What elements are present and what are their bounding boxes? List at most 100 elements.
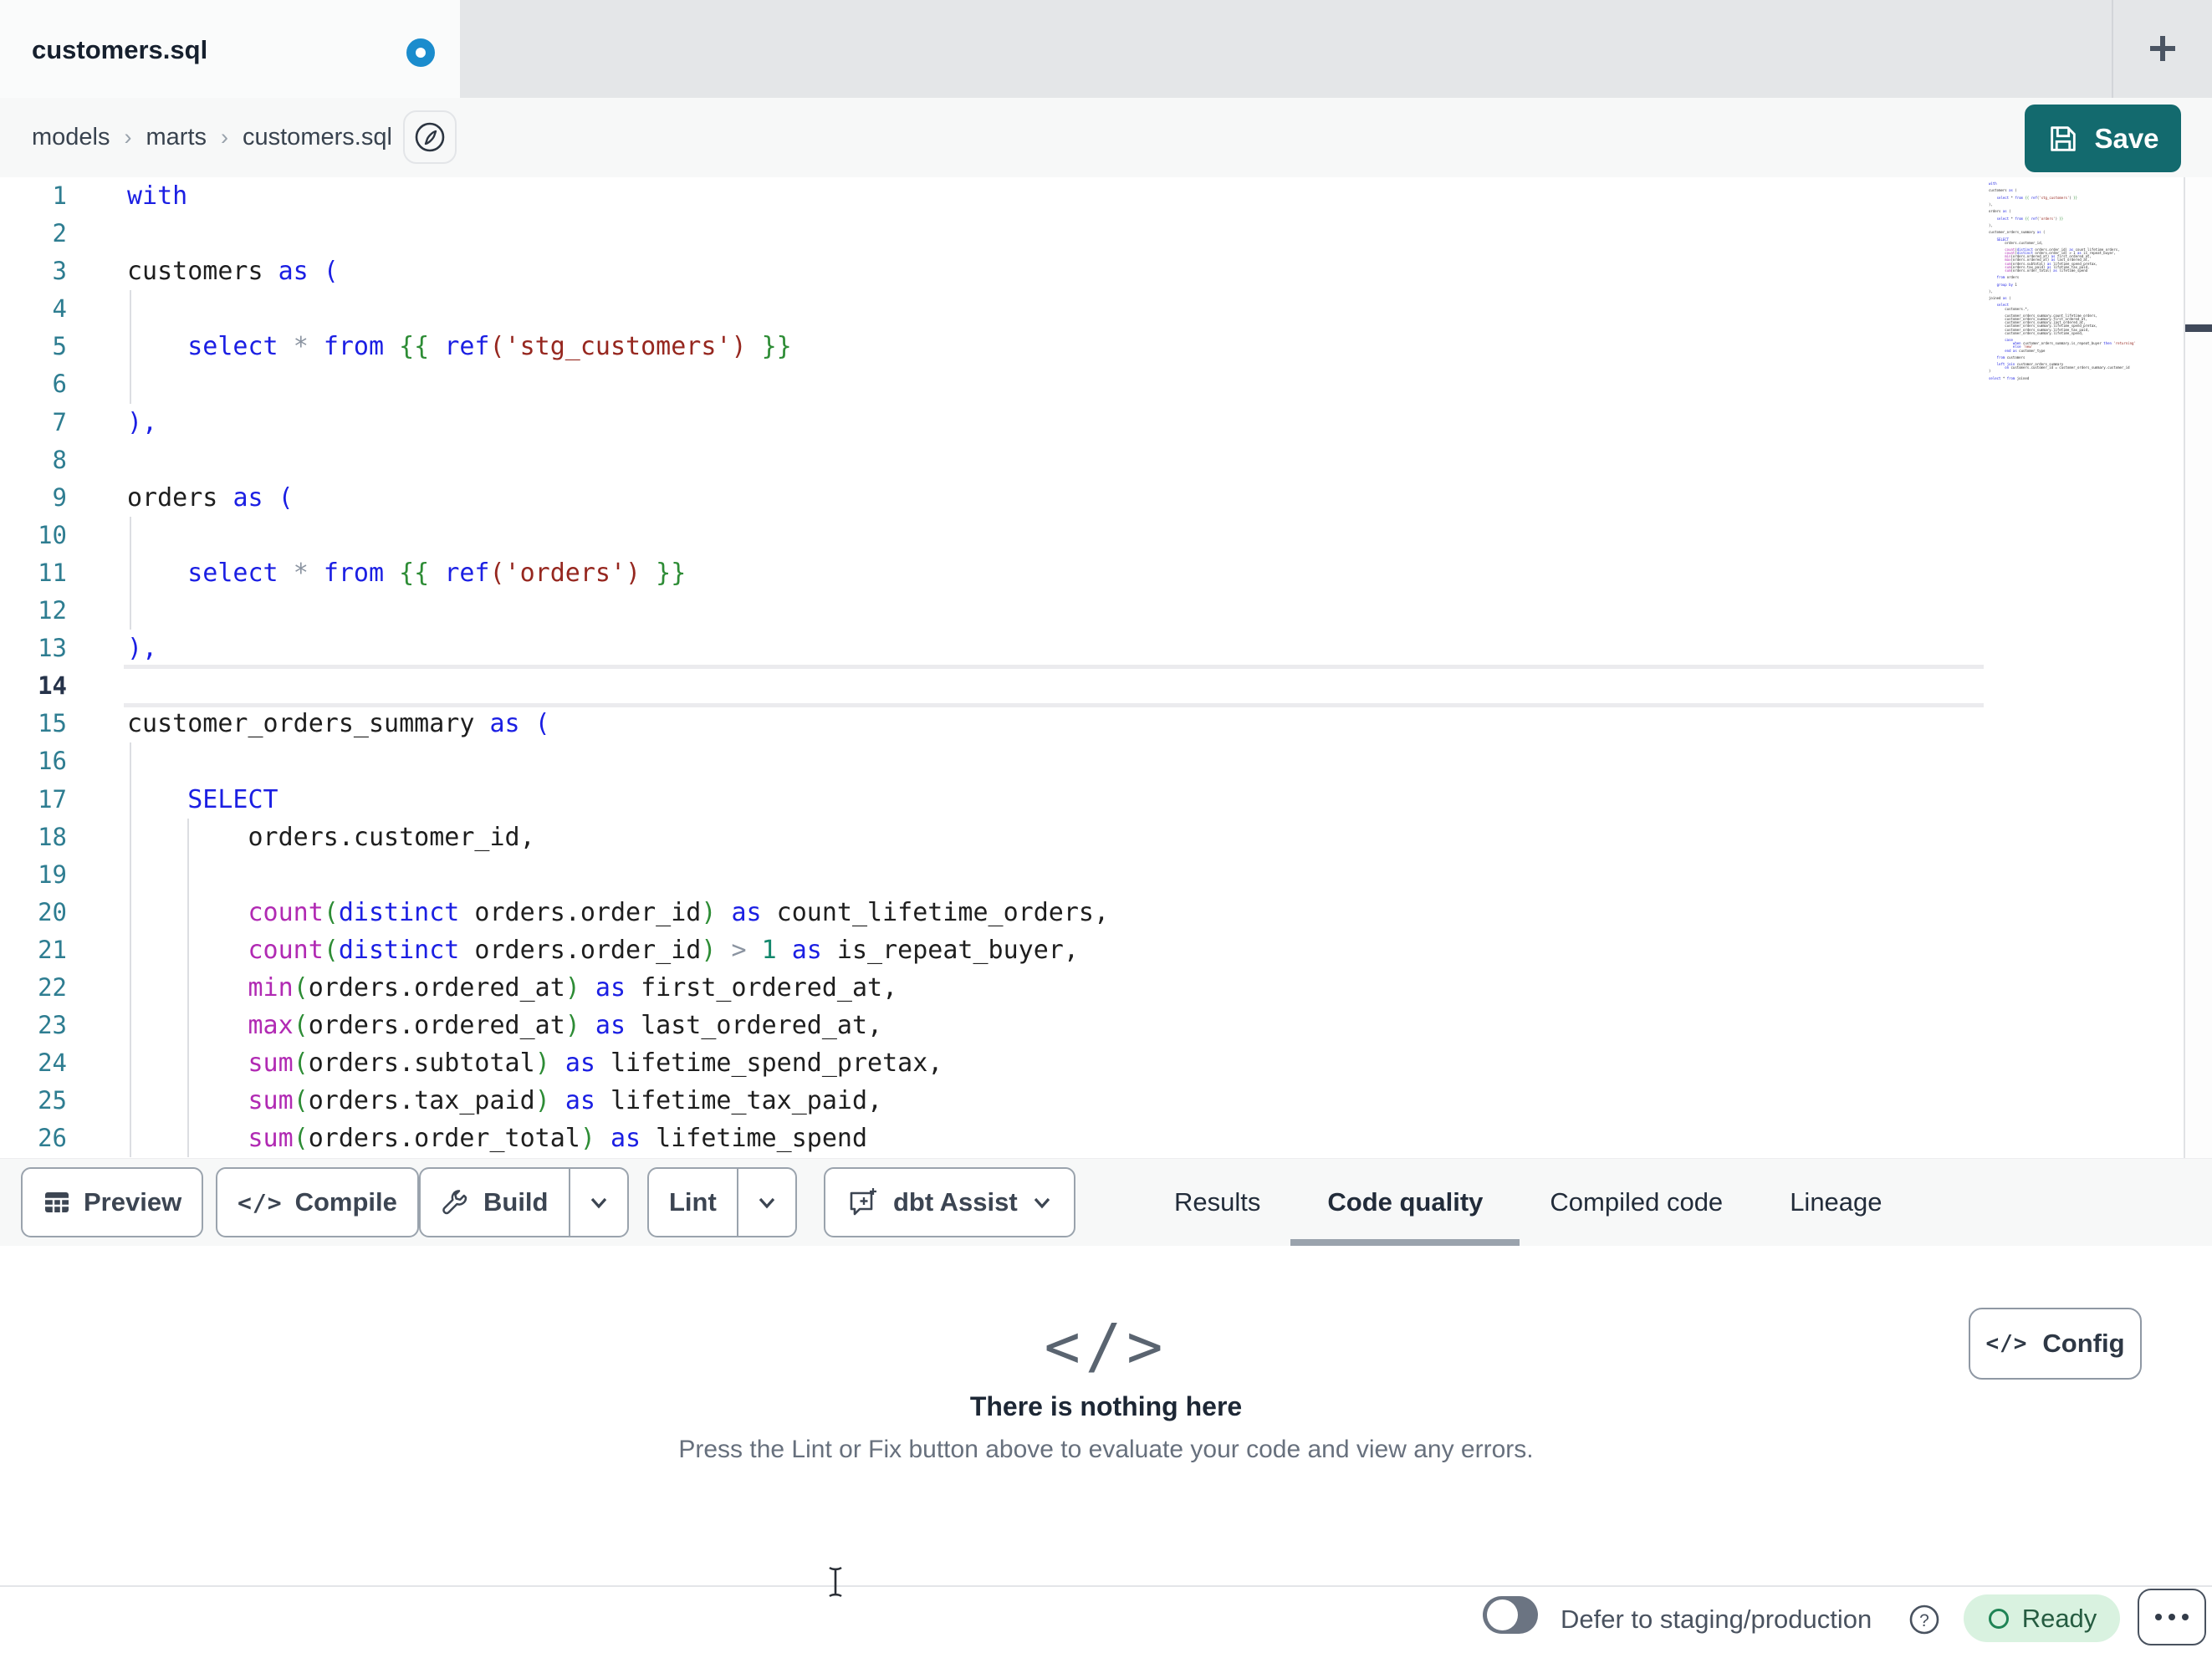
code-text: max(orders.ordered_at) as last_ordered_a… [248, 1011, 883, 1041]
breadcrumb: models › marts › customers.sql [32, 98, 392, 177]
code-text: select * from {{ ref('orders') }} [127, 558, 687, 588]
code-text: sum(orders.tax_paid) as lifetime_tax_pai… [248, 1086, 883, 1116]
code-icon: </> [1985, 1331, 2028, 1356]
ellipsis-icon [2155, 1614, 2162, 1620]
chevron-down-icon [1034, 1197, 1050, 1209]
tab-compiled-code[interactable]: Compiled code [1550, 1159, 1723, 1246]
indent-guide [130, 592, 131, 630]
code-line[interactable]: 2 [0, 215, 2212, 253]
code-line[interactable]: 11 select * from {{ ref('orders') }} [0, 554, 2212, 593]
lint-dropdown[interactable] [738, 1169, 795, 1236]
status-badge-label: Ready [2021, 1603, 2097, 1633]
code-line[interactable]: 16 [0, 742, 2212, 781]
preview-button[interactable]: Preview [21, 1167, 204, 1237]
overview-ruler[interactable] [2184, 177, 2212, 1158]
line-number: 19 [38, 860, 67, 889]
code-line[interactable]: 9 orders as ( [0, 479, 2212, 517]
file-navigate-button[interactable] [403, 110, 457, 164]
line-number: 14 [38, 671, 67, 701]
breadcrumb-item[interactable]: marts [146, 124, 207, 151]
line-number: 23 [38, 1011, 67, 1040]
code-line[interactable]: 7), [0, 404, 2212, 441]
save-button[interactable]: Save [2025, 105, 2181, 172]
code-line[interactable]: 6 [0, 365, 2212, 404]
line-number: 6 [52, 370, 67, 399]
line-number: 4 [52, 294, 67, 324]
code-line[interactable]: 13), [0, 630, 2212, 667]
code-line[interactable]: 15 customer_orders_summary as ( [0, 705, 2212, 742]
compile-button-label: Compile [294, 1187, 397, 1217]
code-line[interactable]: 10 [0, 516, 2212, 554]
code-text: orders as ( [127, 482, 294, 513]
line-number: 13 [38, 634, 67, 663]
line-number: 21 [38, 935, 67, 964]
code-line[interactable]: 25 sum(orders.tax_paid) as lifetime_tax_… [0, 1082, 2212, 1120]
config-button-label: Config [2042, 1329, 2125, 1358]
compass-icon [415, 122, 445, 152]
more-options-button[interactable] [2138, 1589, 2206, 1645]
code-line[interactable]: 14 [0, 665, 2212, 708]
build-dropdown[interactable] [570, 1169, 627, 1236]
code-line[interactable]: 1 with [0, 177, 2212, 215]
code-line[interactable]: 5 select * from {{ ref('stg_customers') … [0, 328, 2212, 366]
help-button[interactable]: ? [1908, 1604, 1940, 1635]
code-editor[interactable]: 1 with 2 3 customers as ( 4 5 select * from {{… [0, 177, 2212, 1158]
line-number: 20 [38, 897, 67, 926]
code-line[interactable]: 8 [0, 441, 2212, 479]
lint-button-label: Lint [669, 1187, 717, 1217]
code-text: SELECT [127, 784, 278, 814]
table-icon [45, 1192, 69, 1212]
chat-sparkle-icon [850, 1188, 876, 1216]
empty-state-title: There is nothing here [969, 1391, 1243, 1421]
question-circle-icon: ? [1909, 1605, 1939, 1635]
lint-button[interactable]: Lint [647, 1167, 797, 1237]
new-tab-button[interactable] [2131, 18, 2194, 79]
build-button[interactable]: Build [419, 1167, 629, 1237]
svg-text:?: ? [1919, 1611, 1929, 1630]
code-line[interactable]: 26 sum(orders.order_total) as lifetime_s… [0, 1120, 2212, 1158]
breadcrumb-item[interactable]: customers.sql [243, 124, 392, 151]
status-bar: Defer to staging/production ? Ready [0, 1585, 2212, 1653]
status-badge: Ready [1964, 1594, 2120, 1642]
tab-lineage[interactable]: Lineage [1790, 1159, 1882, 1246]
compile-button[interactable]: </> Compile [216, 1167, 419, 1237]
code-text: select * from {{ ref('stg_customers') }} [127, 332, 792, 362]
line-number: 18 [38, 822, 67, 851]
breadcrumb-separator: › [124, 125, 132, 150]
code-text: ), [127, 407, 158, 437]
code-line[interactable]: 23 max(orders.ordered_at) as last_ordere… [0, 1007, 2212, 1045]
code-line[interactable]: 12 [0, 592, 2212, 630]
code-line[interactable]: 17 SELECT [0, 780, 2212, 819]
file-tab-customers-sql[interactable]: customers.sql [0, 0, 460, 98]
breadcrumb-item[interactable]: models [32, 124, 110, 151]
editor-minimap[interactable]: with customers as ( select * from {{ ref… [1989, 181, 2181, 380]
code-line[interactable]: 24 sum(orders.subtotal) as lifetime_spen… [0, 1044, 2212, 1083]
chevron-down-icon [590, 1197, 606, 1209]
cursor-position-marker [2185, 324, 2212, 332]
tab-results[interactable]: Results [1174, 1159, 1260, 1246]
code-line[interactable]: 22 min(orders.ordered_at) as first_order… [0, 968, 2212, 1008]
code-icon: </> [238, 1188, 283, 1217]
tab-code-quality[interactable]: Code quality [1290, 1159, 1520, 1246]
code-line[interactable]: 19 [0, 855, 2212, 894]
preview-button-label: Preview [84, 1187, 182, 1217]
code-text: with [127, 181, 188, 211]
editor-lines: 1 with 2 3 customers as ( 4 5 select * from {{… [0, 177, 2212, 1158]
indent-guide [187, 855, 189, 894]
line-number: 3 [52, 257, 67, 286]
line-number: 8 [52, 445, 67, 474]
editor-toolbar: Preview </> Compile Build Lint dbt Assis… [0, 1158, 2212, 1246]
code-line[interactable]: 21 count(distinct orders.order_id) > 1 a… [0, 931, 2212, 969]
code-line[interactable]: 20 count(distinct orders.order_id) as co… [0, 893, 2212, 931]
line-number: 12 [38, 596, 67, 625]
code-line[interactable]: 18 orders.customer_id, [0, 818, 2212, 856]
dbt-assist-button[interactable]: dbt Assist [824, 1167, 1075, 1237]
tab-bar-divider [2112, 0, 2113, 98]
indent-guide [130, 365, 131, 404]
defer-toggle[interactable] [1483, 1596, 1538, 1634]
config-button[interactable]: </> Config [1969, 1308, 2142, 1380]
code-line[interactable]: 3 customers as ( [0, 253, 2212, 290]
indent-guide [130, 290, 131, 329]
tab-bar: customers.sql [0, 0, 2212, 98]
code-line[interactable]: 4 [0, 290, 2212, 329]
